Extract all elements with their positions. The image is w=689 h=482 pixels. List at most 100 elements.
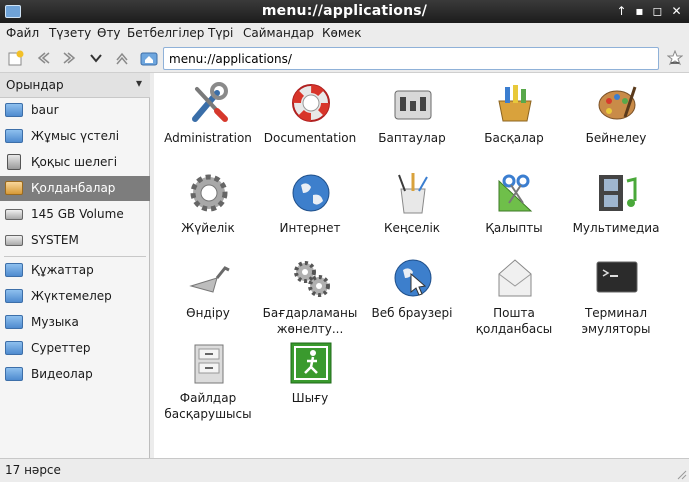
item-label: Веб браузері <box>371 306 453 320</box>
menu-edit[interactable]: Түзету <box>49 26 91 40</box>
other-apps-icon <box>498 85 532 122</box>
sidebar-divider <box>4 256 146 257</box>
item-label: Баптаулар <box>378 131 446 145</box>
sidebar-item-music[interactable]: Музыка <box>0 310 150 335</box>
sidebar-item-system[interactable]: SYSTEM <box>0 228 150 253</box>
app-item-software-manager[interactable]: Бағдарламаны жөнелту... <box>258 248 362 338</box>
item-label: Өндіру <box>186 306 230 320</box>
back-button[interactable] <box>33 48 53 68</box>
sidebar-item-label: baur <box>31 103 59 117</box>
folder-icon <box>5 367 23 381</box>
icon-view: Administration Documentation Баптаулар Б… <box>154 73 689 458</box>
title-bar: menu://applications/ ↑ ▪ ◻ ✕ <box>0 0 689 23</box>
new-tab-button[interactable] <box>6 48 26 68</box>
pencil-cup-icon <box>398 173 428 214</box>
resize-grip-icon[interactable] <box>675 468 687 480</box>
home-folder-icon <box>140 52 158 66</box>
sidebar-item-videos[interactable]: Видеолар <box>0 362 150 387</box>
app-item-mail[interactable]: Пошта қолданбасы <box>462 248 566 338</box>
sidebar-item-trash[interactable]: Қоқыс шелегі <box>0 150 150 175</box>
app-item-office[interactable]: Кеңселік <box>360 163 464 253</box>
home-button[interactable] <box>139 48 159 68</box>
bookmark-icon <box>667 50 683 66</box>
folder-icon <box>5 289 23 303</box>
menu-bar: Файл Түзету Өту Бетбелгілер Түрі Сайманд… <box>0 23 689 44</box>
item-label: Documentation <box>263 131 357 145</box>
sidebar: Орындар ▾ baur Жұмыс үстелі Қоқыс шелегі… <box>0 73 150 458</box>
folder-icon <box>5 315 23 329</box>
item-label: Administration <box>164 131 252 145</box>
drive-icon <box>5 209 23 220</box>
settings-panel-icon <box>394 90 432 120</box>
bookmark-button[interactable] <box>665 48 685 68</box>
maximize-button[interactable]: ◻ <box>650 4 665 19</box>
sidebar-item-applications[interactable]: Қолданбалар <box>0 176 150 201</box>
menu-bookmarks[interactable]: Бетбелгілер <box>127 26 204 40</box>
menu-help[interactable]: Көмек <box>322 26 362 40</box>
folder-icon <box>5 341 23 355</box>
app-item-graphics[interactable]: Бейнелеу <box>564 73 668 163</box>
window-title: menu://applications/ <box>261 3 428 19</box>
places-dropdown[interactable]: Орындар ▾ <box>0 73 150 98</box>
address-bar[interactable] <box>163 47 659 70</box>
item-label: Терминал эмуляторы <box>581 306 651 336</box>
keep-above-icon[interactable]: ↑ <box>614 4 629 19</box>
menu-view[interactable]: Түрі <box>208 26 233 40</box>
gear-icon <box>190 174 228 212</box>
lifebuoy-icon <box>292 84 330 122</box>
app-item-terminal[interactable]: Терминал эмуляторы <box>564 248 668 338</box>
forward-button[interactable] <box>60 48 80 68</box>
back-icon <box>37 52 50 64</box>
item-label: Шығу <box>291 391 329 405</box>
exit-icon <box>290 342 332 384</box>
item-label: Пошта қолданбасы <box>475 306 553 336</box>
sidebar-header: Орындар <box>6 78 64 92</box>
app-item-documentation[interactable]: Documentation <box>258 73 362 163</box>
sidebar-item-label: Құжаттар <box>31 263 94 277</box>
app-item-logout[interactable]: Шығу <box>258 333 362 423</box>
address-input[interactable] <box>164 48 658 69</box>
trowel-icon <box>189 266 230 293</box>
item-label: Интернет <box>279 221 341 235</box>
palette-icon <box>598 86 637 120</box>
history-dropdown-button[interactable] <box>86 48 106 68</box>
sidebar-item-label: Видеолар <box>31 367 93 381</box>
item-count: 17 нәрсе <box>5 463 61 477</box>
drive-icon <box>5 235 23 246</box>
sidebar-item-documents[interactable]: Құжаттар <box>0 258 150 283</box>
item-label: Жүйелік <box>181 221 235 235</box>
app-item-settings[interactable]: Баптаулар <box>360 73 464 163</box>
sidebar-item-label: 145 GB Volume <box>31 207 124 221</box>
app-item-internet[interactable]: Интернет <box>258 163 362 253</box>
folder-icon <box>5 263 23 277</box>
app-item-multimedia[interactable]: Мультимедиа <box>564 163 668 253</box>
item-label: Қалыпты <box>485 221 543 235</box>
sidebar-item-desktop[interactable]: Жұмыс үстелі <box>0 124 150 149</box>
tools-icon <box>192 82 228 122</box>
status-bar: 17 нәрсе <box>0 458 689 482</box>
minimize-button[interactable]: ▪ <box>632 4 647 19</box>
menu-tools[interactable]: Саймандар <box>243 26 314 40</box>
sidebar-item-label: Қоқыс шелегі <box>31 155 118 169</box>
app-item-file-manager[interactable]: Файлдар басқарушысы <box>156 333 260 423</box>
sidebar-item-home[interactable]: baur <box>0 98 150 123</box>
app-item-web-browser[interactable]: Веб браузері <box>360 248 464 338</box>
sidebar-item-downloads[interactable]: Жүктемелер <box>0 284 150 309</box>
app-item-administration[interactable]: Administration <box>156 73 260 163</box>
app-item-other[interactable]: Басқалар <box>462 73 566 163</box>
app-item-development[interactable]: Өндіру <box>156 248 260 338</box>
menu-file[interactable]: Файл <box>6 26 39 40</box>
menu-go[interactable]: Өту <box>97 26 121 40</box>
close-button[interactable]: ✕ <box>669 4 684 19</box>
up-button[interactable] <box>112 48 132 68</box>
sidebar-item-pictures[interactable]: Суреттер <box>0 336 150 361</box>
sidebar-item-volume[interactable]: 145 GB Volume <box>0 202 150 227</box>
app-item-system[interactable]: Жүйелік <box>156 163 260 253</box>
gears-icon <box>294 261 330 297</box>
sidebar-item-label: Музыка <box>31 315 79 329</box>
app-item-accessories[interactable]: Қалыпты <box>462 163 566 253</box>
up-arrow-icon <box>116 52 128 65</box>
item-label: Файлдар басқарушысы <box>164 391 252 421</box>
item-label: Кеңселік <box>383 221 441 235</box>
sidebar-item-label: SYSTEM <box>31 233 79 247</box>
